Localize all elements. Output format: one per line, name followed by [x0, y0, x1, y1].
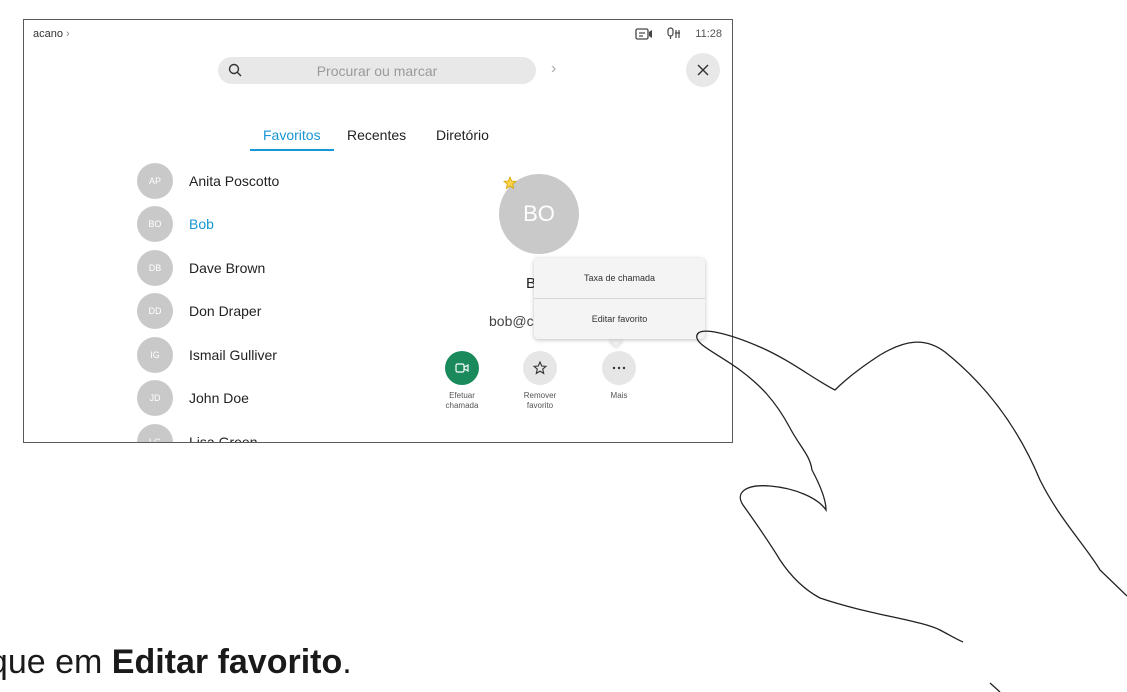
caption-strong: Editar favorito	[111, 643, 343, 681]
instruction-caption: oque em Editar favorito.	[0, 643, 352, 682]
caption-prefix: oque em	[0, 643, 103, 681]
caption-suffix: .	[342, 643, 352, 681]
hand-pointer-illustration	[696, 330, 1127, 692]
